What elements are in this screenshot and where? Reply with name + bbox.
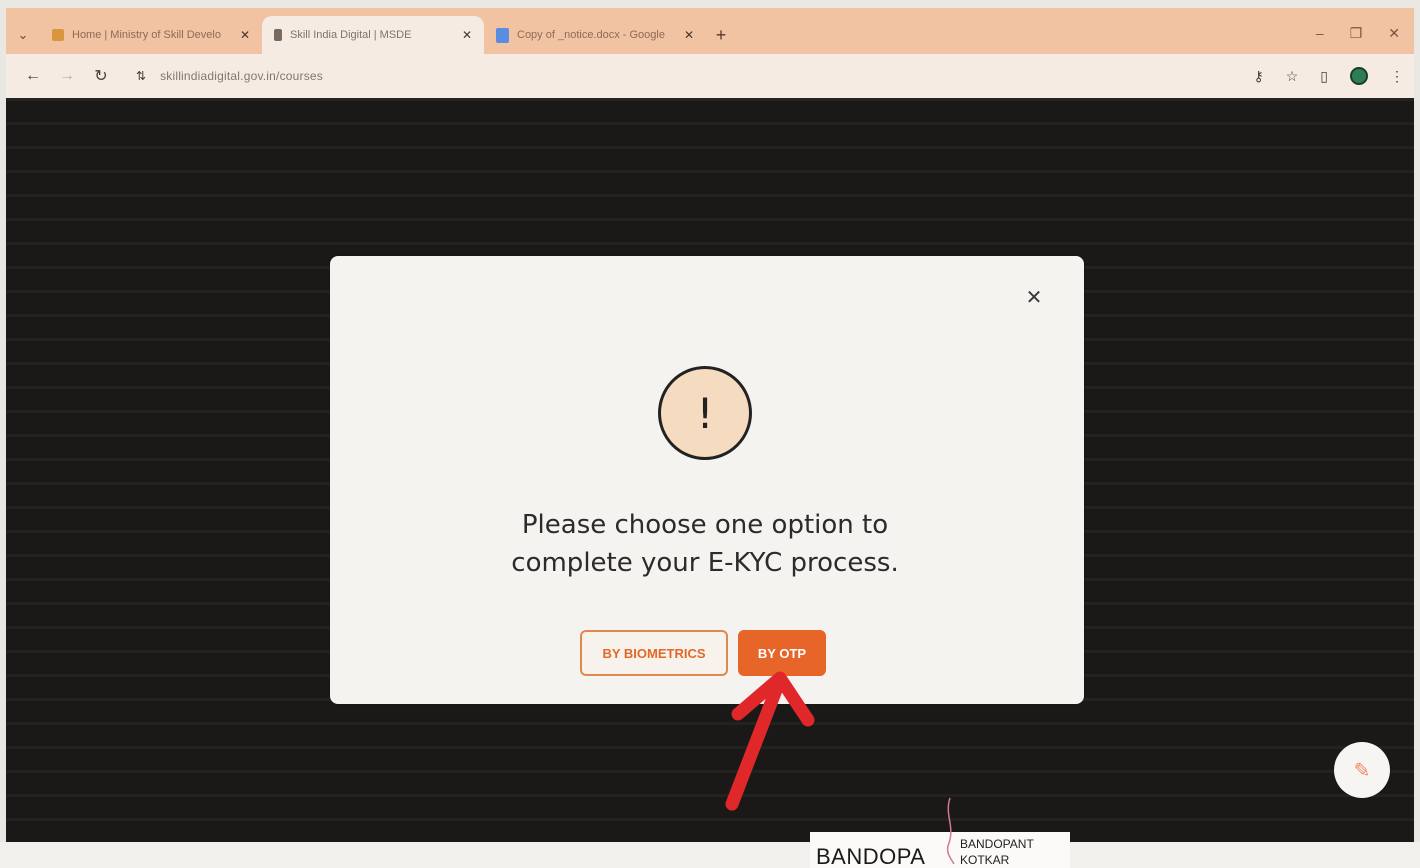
- url-field[interactable]: ⇅ skillindiadigital.gov.in/courses: [124, 60, 1224, 92]
- back-arrow-icon[interactable]: ←: [16, 67, 50, 85]
- photo-border: [0, 842, 1420, 868]
- bookmark-star-icon[interactable]: ☆: [1286, 68, 1299, 85]
- profile-avatar[interactable]: [1350, 67, 1368, 85]
- minimize-icon[interactable]: –: [1316, 25, 1324, 42]
- pen-stroke-signature: [946, 797, 955, 865]
- chat-support-button[interactable]: ✎: [1334, 742, 1390, 798]
- address-bar-row: ← → ↻ ⇅ skillindiadigital.gov.in/courses…: [6, 54, 1414, 98]
- google-docs-icon: [496, 27, 509, 43]
- close-icon[interactable]: ✕: [240, 28, 250, 42]
- url-text: skillindiadigital.gov.in/courses: [160, 69, 323, 83]
- password-key-icon[interactable]: ⚷: [1253, 68, 1263, 85]
- stamp-line-2: KOTKAR: [960, 853, 1010, 867]
- toolbar-actions: ⚷ ☆ ▯ ⋮: [1253, 67, 1404, 85]
- restore-icon[interactable]: ❐: [1350, 25, 1363, 42]
- stamp-text: BANDOPANT KOTKAR: [960, 836, 1034, 868]
- orange-favicon-icon: [52, 29, 64, 41]
- close-icon[interactable]: ✕: [1022, 286, 1046, 310]
- by-biometrics-button[interactable]: BY BIOMETRICS: [580, 630, 728, 676]
- reload-icon[interactable]: ↻: [84, 66, 118, 86]
- window-controls: – ❐ ✕: [1316, 25, 1414, 54]
- red-arrow-annotation-icon: [725, 671, 815, 811]
- skill-india-favicon-icon: [274, 29, 282, 41]
- tab-title: Skill India Digital | MSDE: [290, 29, 412, 41]
- modal-message: Please choose one option to complete you…: [511, 510, 899, 578]
- browser-tab-bar: ⌄ Home | Ministry of Skill Develo ✕ Skil…: [6, 8, 1414, 54]
- tab-title: Copy of _notice.docx - Google: [517, 29, 665, 41]
- signature-text: BANDOPA: [816, 844, 926, 868]
- tab-skill-india-digital[interactable]: Skill India Digital | MSDE ✕: [262, 16, 484, 54]
- stamp-line-1: BANDOPANT: [960, 837, 1034, 851]
- tab-google-doc[interactable]: Copy of _notice.docx - Google ✕: [484, 16, 706, 54]
- ekyc-modal: ✕ ! Please choose one option to complete…: [330, 256, 1084, 704]
- close-icon[interactable]: ✕: [462, 28, 472, 42]
- signature-area: BANDOPA BANDOPANT KOTKAR: [810, 797, 1070, 868]
- exclamation-icon: !: [658, 366, 752, 460]
- new-tab-button[interactable]: +: [706, 16, 736, 54]
- site-info-icon[interactable]: ⇅: [136, 69, 146, 83]
- more-menu-icon[interactable]: ⋮: [1390, 68, 1404, 85]
- side-panel-icon[interactable]: ▯: [1320, 68, 1328, 85]
- tab-search-dropdown[interactable]: ⌄: [6, 16, 40, 54]
- close-window-icon[interactable]: ✕: [1388, 25, 1400, 42]
- tab-title: Home | Ministry of Skill Develo: [72, 29, 221, 41]
- forward-arrow-icon[interactable]: →: [50, 67, 84, 85]
- close-icon[interactable]: ✕: [684, 28, 694, 42]
- chat-bubble-icon: ✎: [1353, 759, 1371, 782]
- tab-home-ministry[interactable]: Home | Ministry of Skill Develo ✕: [40, 16, 262, 54]
